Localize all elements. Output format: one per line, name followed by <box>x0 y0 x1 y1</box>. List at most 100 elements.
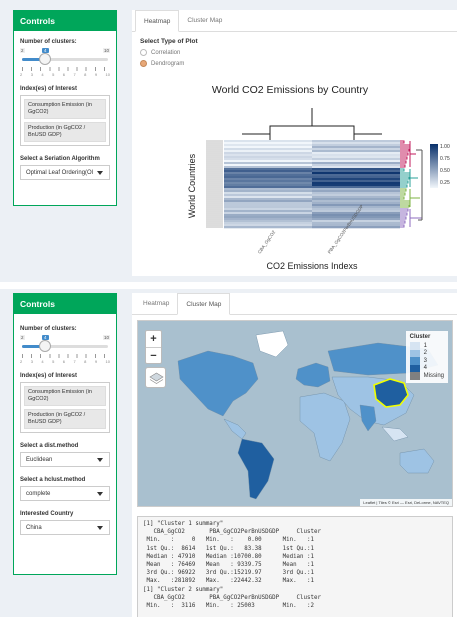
heatmap-cell[interactable] <box>224 150 312 153</box>
heatmap-cell[interactable] <box>224 146 312 149</box>
heatmap-cell[interactable] <box>224 160 312 163</box>
heatmap-cell[interactable] <box>312 220 400 223</box>
tab-cluster-map[interactable]: Cluster Map <box>177 293 231 315</box>
layers-icon[interactable] <box>145 367 166 388</box>
radio-button-checked[interactable] <box>140 60 147 67</box>
heatmap-cell[interactable] <box>224 202 312 205</box>
heatmap-cell[interactable] <box>224 210 312 213</box>
heatmap-cell[interactable] <box>312 200 400 203</box>
heatmap-cell[interactable] <box>312 172 400 175</box>
heatmap-cell[interactable] <box>312 164 400 167</box>
heatmap-cell[interactable] <box>224 152 312 155</box>
heatmap-cell[interactable] <box>224 218 312 221</box>
heatmap-cell[interactable] <box>312 190 400 193</box>
heatmap-cell[interactable] <box>312 140 400 143</box>
heatmap-cell[interactable] <box>224 204 312 207</box>
heatmap-cell[interactable] <box>224 184 312 187</box>
heatmap-cell[interactable] <box>224 220 312 223</box>
heatmap-cell[interactable] <box>312 168 400 171</box>
heatmap-cell[interactable] <box>224 192 312 195</box>
hclust-method-select[interactable]: complete <box>20 486 110 501</box>
heatmap-cell[interactable] <box>224 212 312 215</box>
heatmap-cell[interactable] <box>312 194 400 197</box>
heatmap-cell[interactable] <box>312 160 400 163</box>
index-chip[interactable]: Production (in GgCO2 / BnUSD GDP) <box>24 409 106 429</box>
heatmap-cell[interactable] <box>312 180 400 183</box>
heatmap-cell[interactable] <box>312 182 400 185</box>
heatmap-cell[interactable] <box>224 144 312 147</box>
tab-heatmap[interactable]: Heatmap <box>135 10 180 32</box>
zoom-in-button[interactable]: + <box>146 331 161 347</box>
heatmap-cell[interactable] <box>224 206 312 209</box>
heatmap-cell[interactable] <box>224 172 312 175</box>
heatmap-cell[interactable] <box>312 206 400 209</box>
heatmap-cell[interactable] <box>312 222 400 225</box>
slider-handle[interactable] <box>39 340 51 352</box>
index-multiselect[interactable]: Consumption Emission (in GgCO2) Producti… <box>20 95 110 146</box>
heatmap-cell[interactable] <box>224 214 312 217</box>
index-chip[interactable]: Consumption Emission (in GgCO2) <box>24 99 106 119</box>
heatmap-cell[interactable] <box>224 186 312 189</box>
heatmap-cell[interactable] <box>224 190 312 193</box>
heatmap-cell[interactable] <box>224 200 312 203</box>
heatmap-cell[interactable] <box>224 176 312 179</box>
country-select[interactable]: China <box>20 520 110 535</box>
heatmap-cell[interactable] <box>224 142 312 145</box>
index-multiselect[interactable]: Consumption Emission (in GgCO2) Producti… <box>20 382 110 433</box>
clusters-slider[interactable]: 2 10 4 2 3 4 5 6 7 8 9 10 <box>20 335 110 369</box>
heatmap-cell[interactable] <box>312 204 400 207</box>
heatmap-cell[interactable] <box>312 170 400 173</box>
heatmap-cell[interactable] <box>224 180 312 183</box>
heatmap-cell[interactable] <box>224 216 312 219</box>
seriation-select[interactable]: Optimal Leaf Ordering(Ol <box>20 165 110 180</box>
index-chip[interactable]: Consumption Emission (in GgCO2) <box>24 386 106 406</box>
heatmap-cell[interactable] <box>312 146 400 149</box>
heatmap-cell[interactable] <box>224 174 312 177</box>
heatmap-cell[interactable] <box>224 226 312 229</box>
heatmap-cell[interactable] <box>312 224 400 227</box>
heatmap-cell[interactable] <box>312 192 400 195</box>
heatmap-cell[interactable] <box>312 148 400 151</box>
heatmap-cell[interactable] <box>312 144 400 147</box>
heatmap-cell[interactable] <box>224 224 312 227</box>
cluster-map[interactable]: + − Cluster 1 2 3 4 Missing Leaflet | Ti… <box>137 320 453 507</box>
heatmap-cell[interactable] <box>312 166 400 169</box>
heatmap-cell[interactable] <box>224 148 312 151</box>
heatmap-cell[interactable] <box>312 154 400 157</box>
heatmap-cell[interactable] <box>312 156 400 159</box>
index-chip[interactable]: Production (in GgCO2 / BnUSD GDP) <box>24 122 106 142</box>
heatmap-cell[interactable] <box>224 154 312 157</box>
heatmap-cell[interactable] <box>312 150 400 153</box>
heatmap-cell[interactable] <box>224 140 312 143</box>
tab-cluster-map[interactable]: Cluster Map <box>179 10 230 32</box>
heatmap-cell[interactable] <box>312 174 400 177</box>
radio-button[interactable] <box>140 49 147 56</box>
heatmap-cell[interactable] <box>312 162 400 165</box>
heatmap-cell[interactable] <box>312 188 400 191</box>
heatmap-cell[interactable] <box>224 162 312 165</box>
radio-dendrogram[interactable]: Dendrogram <box>140 59 457 68</box>
heatmap-cell[interactable] <box>224 178 312 181</box>
heatmap-cell[interactable] <box>224 170 312 173</box>
heatmap-cell[interactable] <box>224 182 312 185</box>
heatmap-cell[interactable] <box>312 198 400 201</box>
heatmap-cell[interactable] <box>224 194 312 197</box>
radio-correlation[interactable]: Correlation <box>140 48 457 57</box>
zoom-out-button[interactable]: − <box>146 347 161 363</box>
heatmap-cell[interactable] <box>312 152 400 155</box>
heatmap-cell[interactable] <box>224 156 312 159</box>
heatmap-cell[interactable] <box>312 178 400 181</box>
heatmap-cell[interactable] <box>224 158 312 161</box>
tab-heatmap[interactable]: Heatmap <box>135 293 177 315</box>
heatmap-cell[interactable] <box>224 188 312 191</box>
heatmap-cell[interactable] <box>312 142 400 145</box>
slider-handle[interactable] <box>39 53 51 65</box>
heatmap-cell[interactable] <box>312 186 400 189</box>
heatmap-cell[interactable] <box>224 164 312 167</box>
heatmap-cell[interactable] <box>312 202 400 205</box>
heatmap-cell[interactable] <box>312 184 400 187</box>
dist-method-select[interactable]: Euclidean <box>20 452 110 467</box>
heatmap-cell[interactable] <box>312 196 400 199</box>
heatmap-cell[interactable] <box>224 198 312 201</box>
heatmap-cell[interactable] <box>224 222 312 225</box>
